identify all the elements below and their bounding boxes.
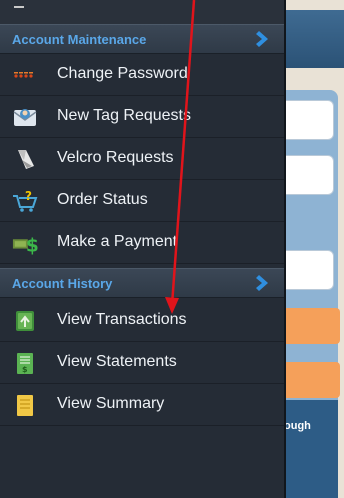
menu-item-velcro-requests[interactable]: Velcro Requests xyxy=(0,138,284,180)
statement-icon: $ xyxy=(17,353,33,374)
menu-item-view-statements[interactable]: $ View Statements xyxy=(0,342,284,384)
background-orange-button-1[interactable] xyxy=(284,308,340,344)
menu-item-label: Velcro Requests xyxy=(57,149,174,166)
menu-item-label: New Tag Requests xyxy=(57,107,191,124)
section-header-account-history[interactable]: Account History xyxy=(0,268,284,298)
background-input-2[interactable] xyxy=(284,155,334,195)
drawer-top-strip xyxy=(0,0,284,25)
velcro-strip-icon xyxy=(18,150,34,169)
menu-item-label: Make a Payment xyxy=(57,233,178,250)
background-orange-button-2[interactable] xyxy=(284,362,340,398)
side-drawer: Account Maintenance Change Password New … xyxy=(0,0,286,498)
menu-item-label: View Transactions xyxy=(57,311,187,328)
transactions-icon xyxy=(16,311,34,331)
background-app: ough xyxy=(284,0,344,498)
menu-item-change-password[interactable]: Change Password xyxy=(0,54,284,96)
summary-note-icon xyxy=(17,395,33,416)
menu-item-view-summary[interactable]: View Summary xyxy=(0,384,284,426)
chevron-right-icon[interactable] xyxy=(254,274,272,292)
section-title: Account Maintenance xyxy=(12,32,147,47)
cart-question-icon: ? xyxy=(13,189,38,212)
background-partial-text: ough xyxy=(284,420,311,432)
menu-item-new-tag-requests[interactable]: New Tag Requests xyxy=(0,96,284,138)
background-footer xyxy=(284,400,338,498)
svg-text:$: $ xyxy=(26,235,38,256)
chevron-right-icon[interactable] xyxy=(254,30,272,48)
svg-text:$: $ xyxy=(22,365,28,374)
background-input-3[interactable] xyxy=(284,250,334,290)
menu-item-label: Order Status xyxy=(57,191,148,208)
menu-item-view-transactions[interactable]: View Transactions xyxy=(0,300,284,342)
menu-item-make-a-payment[interactable]: $ Make a Payment xyxy=(0,222,284,264)
menu-item-label: Change Password xyxy=(57,65,188,82)
background-input-1[interactable] xyxy=(284,100,334,140)
money-icon: $ xyxy=(12,235,38,256)
user-mail-icon xyxy=(13,109,37,126)
screen: ough Account Maintenance Change Password xyxy=(0,0,344,498)
menu-item-label: View Statements xyxy=(57,353,177,370)
menu-item-label: View Summary xyxy=(57,395,165,412)
background-header xyxy=(284,10,344,68)
menu-item-order-status[interactable]: ? Order Status xyxy=(0,180,284,222)
password-dots-icon xyxy=(14,72,33,78)
section-header-account-maintenance[interactable]: Account Maintenance xyxy=(0,24,284,54)
svg-text:?: ? xyxy=(25,189,32,203)
section-title: Account History xyxy=(12,276,113,291)
